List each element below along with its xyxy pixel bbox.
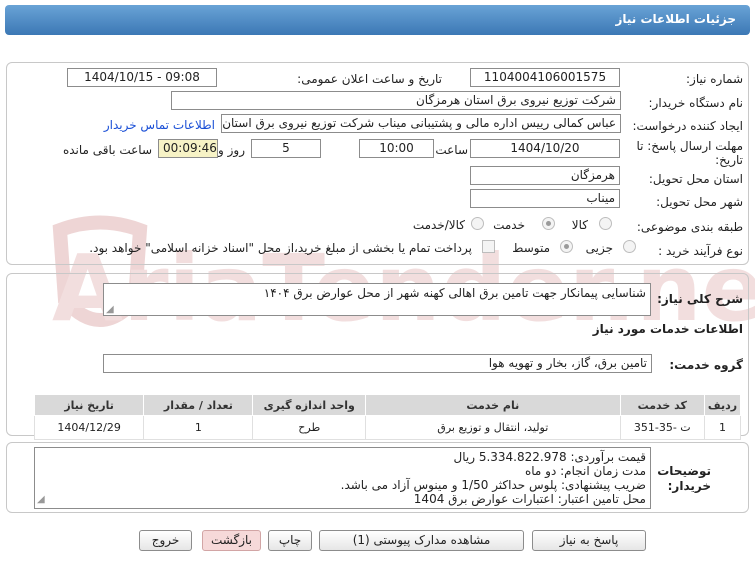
need-number-field: 1104004106001575 xyxy=(470,68,620,87)
treasury-payment-checkbox[interactable] xyxy=(482,240,495,253)
buyer-notes-field: قیمت برآوردی: 5.334.822.978 ریال مدت زما… xyxy=(34,447,651,509)
city-field: میناب xyxy=(470,189,620,208)
category-label: طبقه بندی موضوعی: xyxy=(636,220,743,234)
buyer-label: نام دستگاه خریدار: xyxy=(648,96,744,110)
city-label: شهر محل تحویل: xyxy=(656,195,743,209)
announce-label: تاریخ و ساعت اعلان عمومی: xyxy=(297,72,442,86)
category-option-service: خدمت xyxy=(493,218,525,232)
cell-unit: طرح xyxy=(252,415,367,440)
table-row[interactable]: 1 ت -35-351 تولید، انتقال و توزیع برق طر… xyxy=(33,415,742,440)
need-number-label: شماره نیاز: xyxy=(686,72,743,86)
col-service-code: کد خدمت xyxy=(619,394,705,416)
category-radio-service[interactable] xyxy=(542,217,555,230)
purchase-radio-minor[interactable] xyxy=(623,240,636,253)
contact-info-link[interactable]: اطلاعات تماس خریدار xyxy=(104,118,215,132)
cell-need-date: 1404/12/29 xyxy=(33,415,145,440)
announce-field: 1404/10/15 - 09:08 xyxy=(67,68,217,87)
exit-button[interactable]: خروج xyxy=(139,530,192,551)
notes-line: قیمت برآوردی: 5.334.822.978 ریال xyxy=(453,450,647,464)
col-unit: واحد اندازه گیری xyxy=(252,394,367,416)
service-group-field: تامین برق، گاز، بخار و تهویه هوا xyxy=(103,354,652,373)
print-button[interactable]: چاپ xyxy=(268,530,312,551)
deadline-label-date: تاریخ: xyxy=(715,153,743,167)
reply-button[interactable]: پاسخ به نیاز xyxy=(532,530,646,551)
purchase-radio-medium[interactable] xyxy=(560,240,573,253)
deadline-date-field: 1404/10/20 xyxy=(470,139,620,158)
title-bar: جزئیات اطلاعات نیاز xyxy=(5,5,750,35)
services-section-title: اطلاعات خدمات مورد نیاز xyxy=(592,322,743,336)
deadline-label: مهلت ارسال پاسخ: تا xyxy=(636,139,743,153)
buyer-notes-label-2: خریدار: xyxy=(667,479,711,493)
treasury-payment-note: پرداخت تمام یا بخشی از مبلغ خرید،از محل … xyxy=(89,241,472,255)
deadline-time-field: 10:00 xyxy=(359,139,434,158)
notes-line: محل تامین اعتبار: اعتبارات عوارض برق 140… xyxy=(413,492,646,506)
purchase-option-medium: متوسط xyxy=(512,241,550,255)
cell-quantity: 1 xyxy=(143,415,254,440)
buyer-field: شرکت توزیع نیروی برق استان هرمزگان xyxy=(171,91,621,110)
col-service-name: نام خدمت xyxy=(365,394,621,416)
notes-resize-grip-icon[interactable]: ◢ xyxy=(37,494,45,505)
summary-label: شرح کلی نیاز: xyxy=(657,292,743,306)
category-option-goods: کالا xyxy=(571,218,588,232)
creator-field: عباس کمالی رییس اداره مالی و پشتیبانی می… xyxy=(221,114,621,133)
cell-service-name: تولید، انتقال و توزیع برق xyxy=(365,415,621,440)
notes-line: مدت زمان انجام: دو ماه xyxy=(524,464,646,478)
col-row: ردیف xyxy=(703,394,742,416)
province-field: هرمزگان xyxy=(470,166,620,185)
view-attachments-button[interactable]: مشاهده مدارک پیوستی (1) xyxy=(319,530,524,551)
creator-label: ایجاد کننده درخواست: xyxy=(632,119,743,133)
notes-line: ضریب پیشنهادی: پلوس حداکثر 1/50 و مینوس … xyxy=(340,478,646,492)
service-group-label: گروه خدمت: xyxy=(669,358,743,372)
back-button[interactable]: بازگشت xyxy=(202,530,261,551)
category-radio-goods-service[interactable] xyxy=(471,217,484,230)
province-label: استان محل تحویل: xyxy=(648,172,743,186)
cell-service-code: ت -35-351 xyxy=(619,415,705,440)
days-field: 5 xyxy=(251,139,321,158)
days-label: روز و xyxy=(218,143,245,157)
col-quantity: تعداد / مقدار xyxy=(143,394,254,416)
page-title: جزئیات اطلاعات نیاز xyxy=(615,12,736,26)
deadline-time-label: ساعت xyxy=(435,143,468,157)
col-need-date: تاریخ نیاز xyxy=(33,394,145,416)
cell-row: 1 xyxy=(703,415,742,440)
purchase-type-label: نوع فرآیند خرید : xyxy=(658,244,743,258)
resize-grip-icon[interactable]: ◢ xyxy=(106,304,114,315)
table-header-row: ردیف کد خدمت نام خدمت واحد اندازه گیری ت… xyxy=(33,394,742,416)
buyer-notes-label: توضیحات xyxy=(657,464,711,478)
remaining-label: ساعت باقی مانده xyxy=(62,143,152,157)
services-table: ردیف کد خدمت نام خدمت واحد اندازه گیری ت… xyxy=(33,394,742,440)
category-option-goods-service: کالا/خدمت xyxy=(412,218,465,232)
purchase-option-minor: جزیی xyxy=(585,241,613,255)
remaining-time-field: 00:09:46 xyxy=(158,139,218,158)
summary-field: شناسایی پیمانکار جهت تامین برق اهالی کهن… xyxy=(103,283,651,316)
category-radio-goods[interactable] xyxy=(599,217,612,230)
